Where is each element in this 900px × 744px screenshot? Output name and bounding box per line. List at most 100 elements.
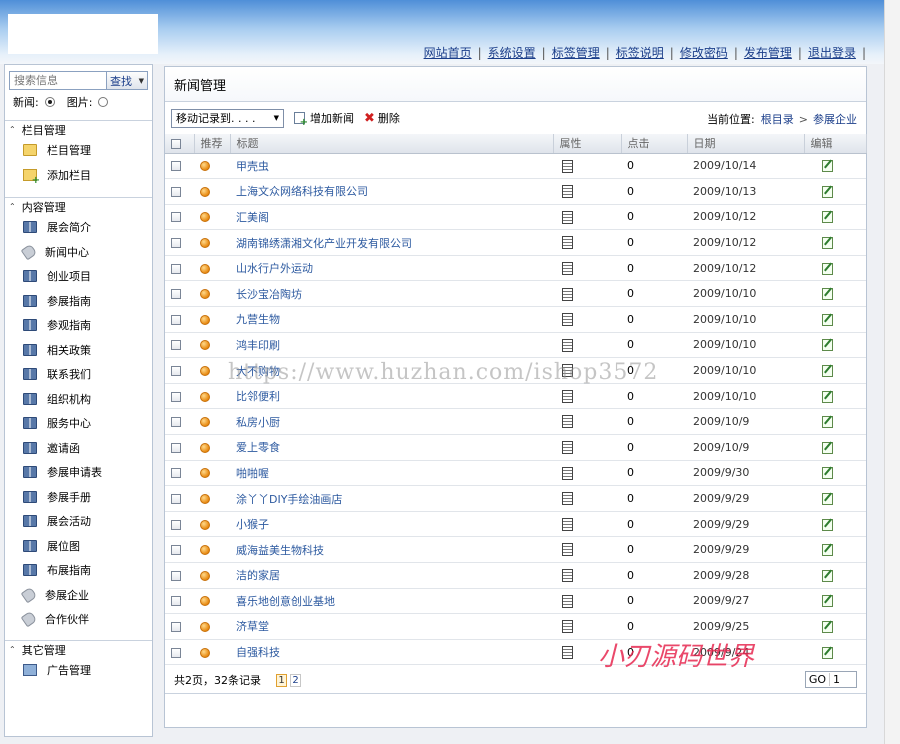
sidebar-item[interactable]: 添加栏目 <box>5 163 152 188</box>
edit-icon[interactable] <box>822 569 833 582</box>
recommend-dot-icon[interactable] <box>200 417 210 428</box>
recommend-dot-icon[interactable] <box>200 647 210 658</box>
row-title-link[interactable]: 九营生物 <box>236 313 280 326</box>
edit-icon[interactable] <box>822 339 833 352</box>
sidebar-item[interactable]: 相关政策 <box>5 338 152 363</box>
properties-icon[interactable] <box>562 389 573 403</box>
add-news-button[interactable]: 增加新闻 <box>294 110 354 128</box>
edit-icon[interactable] <box>822 288 833 301</box>
properties-icon[interactable] <box>562 620 573 634</box>
row-checkbox[interactable] <box>171 186 181 197</box>
sidebar-item[interactable]: 参展手册 <box>5 485 152 510</box>
row-checkbox[interactable] <box>171 570 181 581</box>
row-checkbox[interactable] <box>171 212 181 223</box>
recommend-dot-icon[interactable] <box>200 212 210 223</box>
breadcrumb-root-link[interactable]: 根目录 <box>761 111 794 127</box>
recommend-dot-icon[interactable] <box>200 391 210 402</box>
column-header-attribute[interactable]: 属性 <box>553 134 622 154</box>
edit-icon[interactable] <box>822 493 833 506</box>
row-checkbox[interactable] <box>171 314 181 325</box>
row-checkbox[interactable] <box>171 161 181 172</box>
recommend-dot-icon[interactable] <box>200 442 210 453</box>
row-title-link[interactable]: 比邻便利 <box>236 390 280 403</box>
row-title-link[interactable]: 洁的家居 <box>236 569 280 582</box>
sidebar-item[interactable]: 展位图 <box>5 534 152 559</box>
edit-icon[interactable] <box>822 467 833 480</box>
properties-icon[interactable] <box>562 364 573 378</box>
move-records-select[interactable]: 移动记录到. . . . ▼ <box>171 108 284 128</box>
recommend-dot-icon[interactable] <box>200 596 210 607</box>
row-title-link[interactable]: 威海益美生物科技 <box>236 544 324 557</box>
select-all-checkbox[interactable] <box>171 138 181 149</box>
properties-icon[interactable] <box>562 159 573 173</box>
topnav-link-0[interactable]: 网站首页 <box>424 44 472 61</box>
sidebar-section-title[interactable]: ⌃ 内容管理 <box>5 197 152 215</box>
topnav-link-3[interactable]: 标签说明 <box>616 44 664 61</box>
topnav-link-4[interactable]: 修改密码 <box>680 44 728 61</box>
edit-icon[interactable] <box>822 313 833 326</box>
sidebar-section-title[interactable]: ⌃ 其它管理 <box>5 640 152 658</box>
recommend-dot-icon[interactable] <box>200 186 210 197</box>
topnav-link-1[interactable]: 系统设置 <box>488 44 536 61</box>
row-title-link[interactable]: 小猴子 <box>236 518 269 531</box>
edit-icon[interactable] <box>822 365 833 378</box>
sidebar-item[interactable]: 组织机构 <box>5 387 152 412</box>
row-title-link[interactable]: 汇美阁 <box>236 211 269 224</box>
row-checkbox[interactable] <box>171 545 181 556</box>
window-scrollbar[interactable] <box>884 0 900 744</box>
column-header-title[interactable]: 标题 <box>230 134 554 154</box>
properties-icon[interactable] <box>562 543 573 557</box>
row-checkbox[interactable] <box>171 366 181 377</box>
properties-icon[interactable] <box>562 313 573 327</box>
properties-icon[interactable] <box>562 594 573 608</box>
row-title-link[interactable]: 山水行户外运动 <box>236 262 313 275</box>
row-title-link[interactable]: 鸿丰印刷 <box>236 339 280 352</box>
sidebar-item[interactable]: 参观指南 <box>5 313 152 338</box>
properties-icon[interactable] <box>562 645 573 659</box>
delete-button[interactable]: ✖ 删除 <box>364 110 400 126</box>
edit-icon[interactable] <box>822 518 833 531</box>
sidebar-item[interactable]: 布展指南 <box>5 558 152 583</box>
recommend-dot-icon[interactable] <box>200 340 210 351</box>
row-checkbox[interactable] <box>171 647 181 658</box>
row-title-link[interactable]: 啪啪喔 <box>236 467 269 480</box>
row-checkbox[interactable] <box>171 391 181 402</box>
edit-icon[interactable] <box>822 441 833 454</box>
properties-icon[interactable] <box>562 287 573 301</box>
recommend-dot-icon[interactable] <box>200 519 210 530</box>
sidebar-item[interactable]: 联系我们 <box>5 362 152 387</box>
recommend-dot-icon[interactable] <box>200 468 210 479</box>
edit-icon[interactable] <box>822 544 833 557</box>
recommend-dot-icon[interactable] <box>200 289 210 300</box>
row-title-link[interactable]: 自强科技 <box>236 646 280 659</box>
recommend-dot-icon[interactable] <box>200 263 210 274</box>
sidebar-item[interactable]: 服务中心 <box>5 411 152 436</box>
topnav-link-5[interactable]: 发布管理 <box>744 44 792 61</box>
row-title-link[interactable]: 私房小厨 <box>236 416 280 429</box>
sidebar-item[interactable]: 创业项目 <box>5 264 152 289</box>
edit-icon[interactable] <box>822 237 833 250</box>
edit-icon[interactable] <box>822 595 833 608</box>
row-checkbox[interactable] <box>171 340 181 351</box>
properties-icon[interactable] <box>562 441 573 455</box>
goto-page-input[interactable]: 1 <box>830 673 856 686</box>
row-checkbox[interactable] <box>171 596 181 607</box>
row-checkbox[interactable] <box>171 289 181 300</box>
edit-icon[interactable] <box>822 262 833 275</box>
row-checkbox[interactable] <box>171 417 181 428</box>
search-button[interactable]: 查找 ▼ <box>107 71 148 90</box>
topnav-link-6[interactable]: 退出登录 <box>808 44 856 61</box>
column-header-clicks[interactable]: 点击 <box>621 134 688 154</box>
page-link[interactable]: 1 <box>276 674 287 687</box>
radio-news[interactable] <box>44 97 55 107</box>
topnav-link-2[interactable]: 标签管理 <box>552 44 600 61</box>
properties-icon[interactable] <box>562 569 573 583</box>
edit-icon[interactable] <box>822 620 833 633</box>
column-header-edit[interactable]: 编辑 <box>804 134 867 154</box>
row-checkbox[interactable] <box>171 263 181 274</box>
recommend-dot-icon[interactable] <box>200 494 210 505</box>
column-header-recommend[interactable]: 推荐 <box>194 134 231 154</box>
column-header-date[interactable]: 日期 <box>687 134 805 154</box>
edit-icon[interactable] <box>822 646 833 659</box>
properties-icon[interactable] <box>562 466 573 480</box>
